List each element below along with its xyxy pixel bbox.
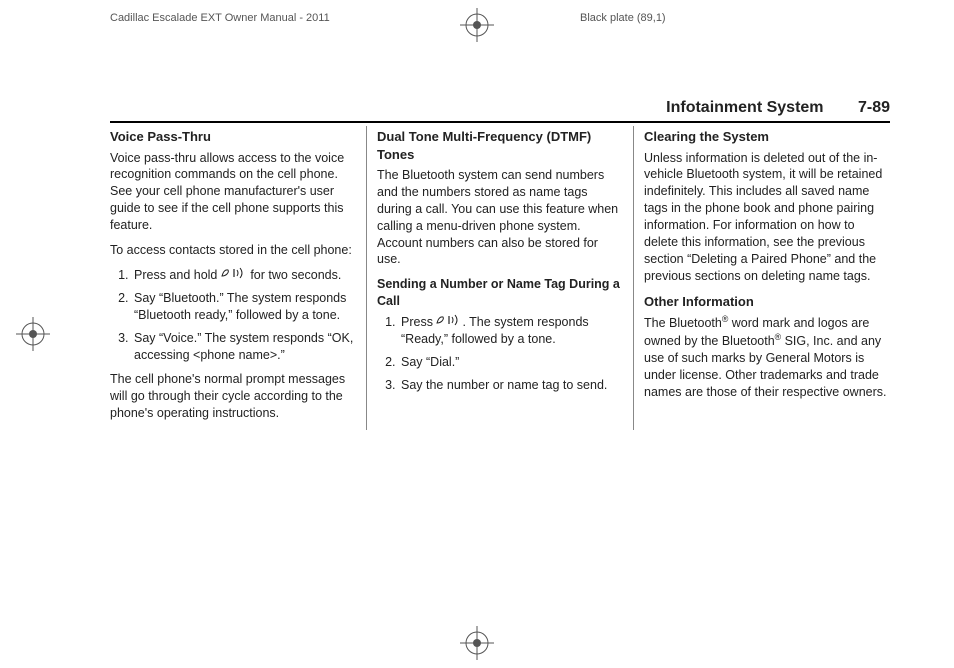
list-item: Press . The system responds “Ready,” fol… [399,314,623,348]
plate-label: Black plate (89,1) [580,12,666,24]
doc-title: Cadillac Escalade EXT Owner Manual - 201… [110,12,330,24]
paragraph: Unless information is deleted out of the… [644,150,890,285]
subheading-sending: Sending a Number or Name Tag During a Ca… [377,276,623,310]
list-item: Say “Voice.” The system responds “OK, ac… [132,330,356,364]
heading-other-info: Other Information [644,293,890,311]
section-title: Infotainment System [666,99,823,116]
paragraph: The Bluetooth® word mark and logos are o… [644,314,890,401]
heading-dtmf: Dual Tone Multi-Frequency (DTMF) Tones [377,128,623,163]
list-item: Say “Dial.” [399,354,623,371]
phone-voice-icon [221,267,247,284]
list-text: Press and hold [134,268,221,282]
heading-voice-pass-thru: Voice Pass-Thru [110,128,356,146]
list-text: Press [401,315,436,329]
column-1: Voice Pass-Thru Voice pass-thru allows a… [110,126,366,430]
paragraph: Voice pass-thru allows access to the voi… [110,150,356,234]
ordered-list: Press and hold for two seconds. Say “Blu… [132,267,356,364]
heading-clearing: Clearing the System [644,128,890,146]
page-header: Infotainment System 7-89 [110,99,890,123]
column-3: Clearing the System Unless information i… [633,126,890,430]
registration-mark-top-icon [460,8,494,42]
paragraph: To access contacts stored in the cell ph… [110,242,356,259]
content-columns: Voice Pass-Thru Voice pass-thru allows a… [110,126,890,430]
phone-voice-icon [436,314,462,331]
ordered-list: Press . The system responds “Ready,” fol… [399,314,623,394]
paragraph: The cell phone's normal prompt messages … [110,371,356,422]
registration-mark-bottom-icon [460,626,494,660]
registration-mark-left-icon [16,317,50,351]
list-item: Press and hold for two seconds. [132,267,356,284]
text: The Bluetooth [644,316,722,330]
list-text: for two seconds. [247,268,342,282]
paragraph: The Bluetooth system can send numbers an… [377,167,623,268]
list-item: Say the number or name tag to send. [399,377,623,394]
column-2: Dual Tone Multi-Frequency (DTMF) Tones T… [366,126,633,430]
page-number: 7-89 [858,99,890,116]
list-item: Say “Bluetooth.” The system responds “Bl… [132,290,356,324]
